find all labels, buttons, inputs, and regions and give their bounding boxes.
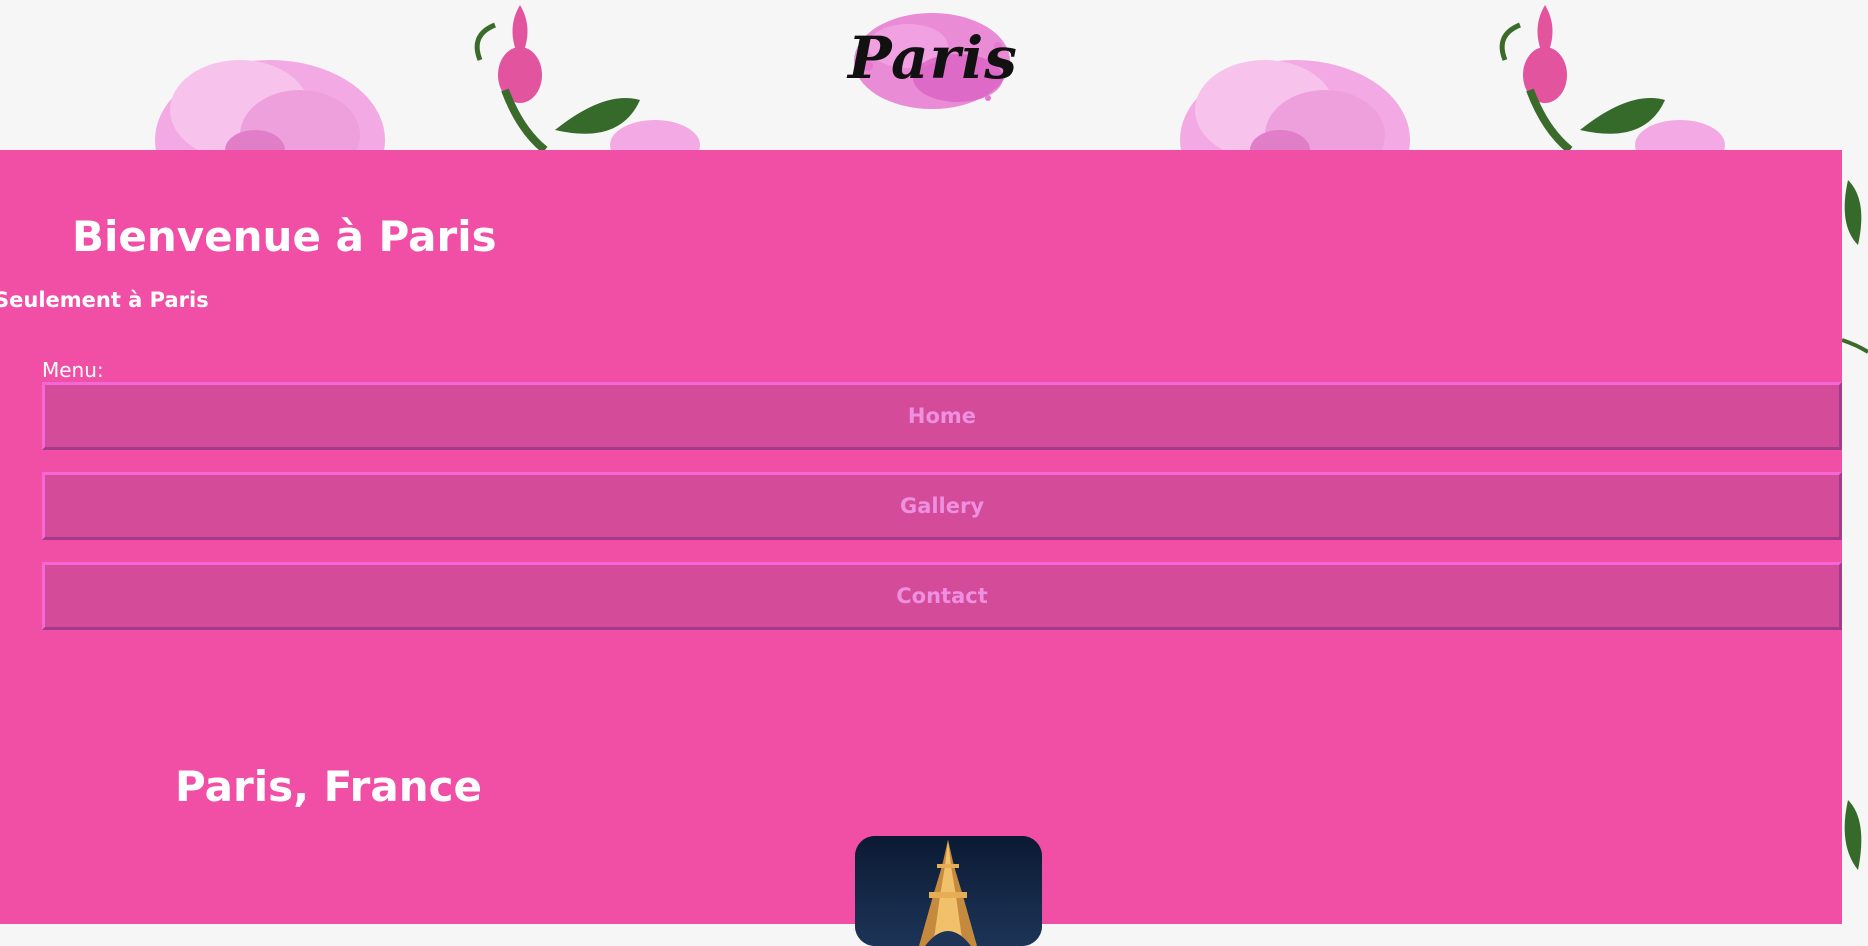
logo-text: Paris [848,24,1018,92]
menu-home-label: Home [907,404,977,428]
welcome-title: Bienvenue à Paris [72,212,497,261]
section-title: Paris, France [175,762,483,811]
eiffel-tower-icon [855,836,1042,946]
eiffel-tower-photo [855,836,1042,946]
menu-gallery-button[interactable]: Gallery [42,472,1842,540]
tagline: Seulement à Paris [0,288,209,312]
rose-bud [1499,5,1665,154]
menu-label: Menu: [42,358,104,382]
menu-contact-label: Contact [896,584,988,608]
rose-bud [474,5,640,154]
menu-gallery-label: Gallery [899,494,985,518]
menu-contact-button[interactable]: Contact [42,562,1842,630]
paris-logo[interactable]: Paris [848,6,1018,116]
menu-home-button[interactable]: Home [42,382,1842,450]
main-panel: Bienvenue à Paris Seulement à Paris Menu… [0,150,1842,946]
